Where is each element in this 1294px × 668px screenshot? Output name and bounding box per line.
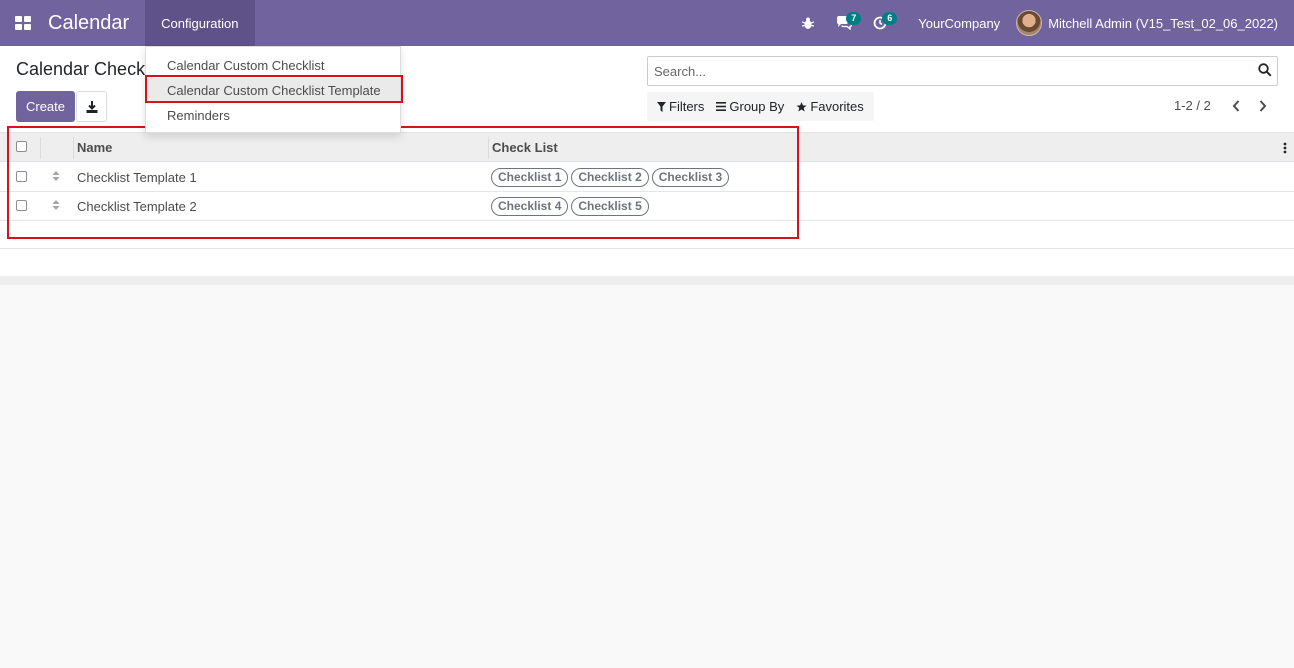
tag: Checklist 2: [571, 168, 649, 187]
menu-configuration[interactable]: Configuration: [145, 0, 255, 46]
page-title: Calendar Check: [16, 59, 146, 79]
user-menu[interactable]: Mitchell Admin (V15_Test_02_06_2022): [1016, 10, 1294, 36]
list-header: Name Check List: [0, 132, 1294, 162]
bars-icon: [716, 102, 727, 111]
drag-handle-icon[interactable]: [52, 199, 60, 214]
top-navbar: Calendar Configuration 7 6 YourCompany M…: [0, 0, 1294, 46]
empty-row: [0, 221, 1294, 249]
search-input[interactable]: [648, 57, 1248, 85]
column-header-name[interactable]: Name: [77, 140, 112, 155]
pager-next-icon[interactable]: [1255, 97, 1271, 115]
menu-item-reminders[interactable]: Reminders: [146, 103, 400, 128]
menu-item-calendar-custom-checklist-template[interactable]: Calendar Custom Checklist Template: [146, 78, 400, 103]
pager-value[interactable]: 1-2 / 2: [1174, 98, 1211, 113]
optional-columns-icon[interactable]: [1283, 142, 1287, 157]
tag: Checklist 4: [491, 197, 569, 216]
group-by-label: Group By: [729, 99, 785, 114]
activities-clock-icon[interactable]: 6: [862, 0, 898, 46]
search-icon[interactable]: [1258, 63, 1272, 80]
filter-icon: [657, 101, 666, 112]
bug-icon[interactable]: [790, 0, 826, 46]
configuration-dropdown: Calendar Custom Checklist Calendar Custo…: [145, 46, 401, 133]
drag-handle-icon[interactable]: [52, 170, 60, 185]
table-row[interactable]: Checklist Template 2 Checklist 4 Checkli…: [0, 192, 1294, 221]
row-name: Checklist Template 1: [77, 170, 197, 185]
company-switcher[interactable]: YourCompany: [898, 16, 1016, 31]
menu-item-calendar-custom-checklist[interactable]: Calendar Custom Checklist: [146, 53, 400, 78]
systray: 7 6 YourCompany Mitchell Admin (V15_Test…: [790, 0, 1294, 46]
download-button[interactable]: [76, 91, 107, 122]
apps-menu-icon[interactable]: [0, 0, 46, 46]
column-separator: [40, 137, 41, 159]
checklist-tags: Checklist 4 Checklist 5: [491, 197, 649, 216]
search-box: [647, 56, 1278, 86]
messages-badge: 7: [846, 12, 862, 25]
tag: Checklist 3: [651, 168, 730, 187]
list-view: Name Check List Checklist Template 1 Che…: [0, 132, 1294, 285]
star-icon: [796, 101, 807, 111]
avatar: [1016, 10, 1043, 36]
search-options: Filters Group By Favorites: [647, 92, 874, 121]
messages-icon[interactable]: 7: [826, 0, 862, 46]
create-button[interactable]: Create: [16, 91, 75, 122]
download-icon: [86, 100, 97, 113]
tag: Checklist 5: [571, 197, 649, 216]
list-footer: [0, 276, 1294, 285]
filters-label: Filters: [669, 99, 705, 114]
user-name: Mitchell Admin (V15_Test_02_06_2022): [1048, 15, 1278, 31]
activities-badge: 6: [882, 12, 898, 25]
group-by-button[interactable]: Group By: [710, 92, 790, 121]
app-title[interactable]: Calendar: [48, 12, 129, 35]
column-separator: [488, 137, 489, 159]
select-all-checkbox[interactable]: [16, 141, 27, 152]
column-separator: [73, 137, 74, 159]
filters-button[interactable]: Filters: [651, 92, 710, 121]
table-row[interactable]: Checklist Template 1 Checklist 1 Checkli…: [0, 163, 1294, 192]
checklist-tags: Checklist 1 Checklist 2 Checklist 3: [491, 168, 730, 187]
row-name: Checklist Template 2: [77, 199, 197, 214]
row-checkbox[interactable]: [16, 200, 27, 211]
column-header-check-list[interactable]: Check List: [492, 140, 558, 155]
tag: Checklist 1: [491, 168, 569, 187]
pager-previous-icon[interactable]: [1228, 97, 1244, 115]
favorites-button[interactable]: Favorites: [790, 92, 869, 121]
row-checkbox[interactable]: [16, 171, 27, 182]
favorites-label: Favorites: [810, 99, 864, 114]
